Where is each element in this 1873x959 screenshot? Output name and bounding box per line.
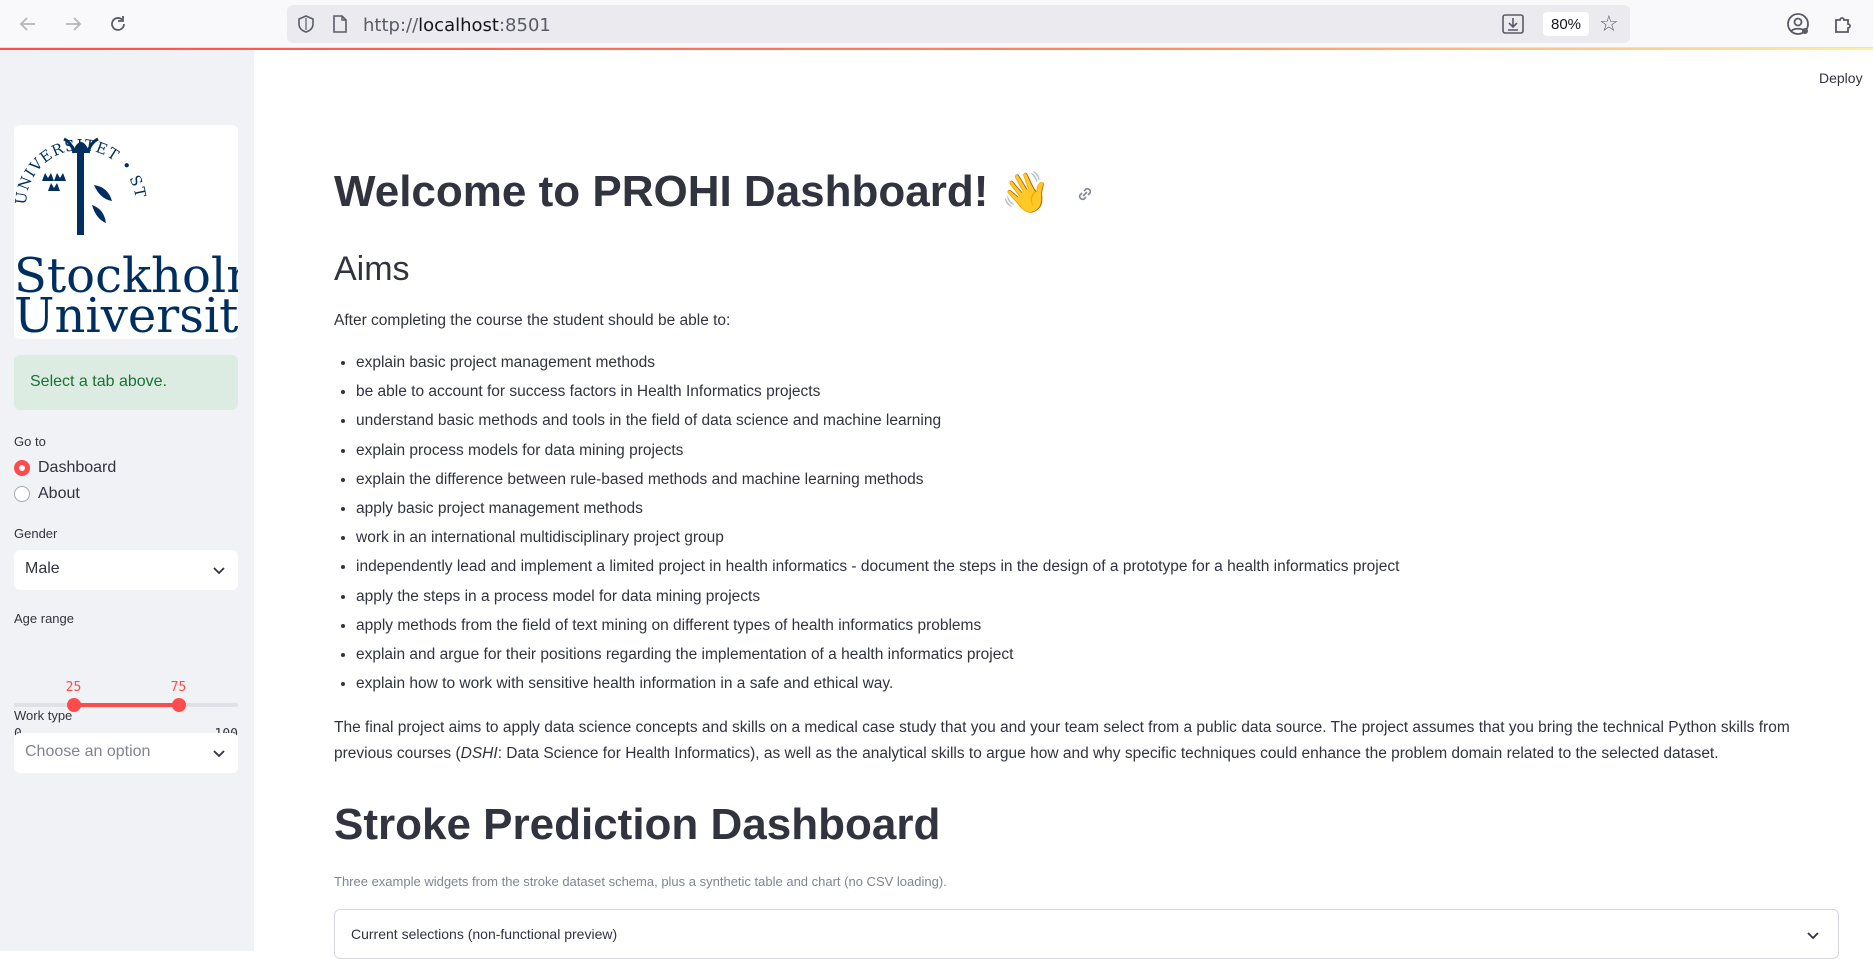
gender-value: Male — [25, 560, 60, 577]
sidebar: UNIVERSITET • STOCKHOLMS • Stockholm Uni… — [0, 50, 254, 951]
chevron-down-icon — [213, 750, 225, 758]
page-icon[interactable] — [332, 15, 348, 33]
project-description: The final project aims to apply data sci… — [334, 719, 1790, 762]
radio-selected-icon[interactable] — [14, 460, 30, 476]
waving-hand-emoji: 👋 — [1000, 171, 1051, 215]
list-item: explain and argue for their positions re… — [356, 644, 1399, 673]
list-item: apply the steps in a process model for d… — [356, 586, 1399, 615]
list-item: apply basic project management methods — [356, 498, 1399, 527]
chevron-down-icon — [1807, 932, 1819, 940]
work-type-label: Work type — [14, 708, 73, 723]
expander-label: Current selections (non-functional previ… — [351, 926, 618, 942]
age-range-label: Age range — [14, 611, 74, 626]
link-anchor-icon[interactable] — [1075, 184, 1095, 204]
back-arrow-icon[interactable] — [16, 12, 40, 36]
slider-fill — [73, 703, 179, 707]
slider-value-low: 25 — [65, 680, 82, 695]
aims-intro: After completing the course the student … — [334, 312, 731, 329]
stroke-dashboard-heading: Stroke Prediction Dashboard — [334, 800, 941, 849]
chevron-down-icon — [213, 567, 225, 575]
radio-dashboard[interactable]: Dashboard — [14, 459, 116, 477]
list-item: be able to account for success factors i… — [356, 381, 1399, 410]
browser-toolbar: http://localhost:8501 80% ☆ — [0, 0, 1873, 48]
download-icon[interactable] — [1502, 14, 1524, 34]
shield-icon[interactable] — [297, 15, 315, 33]
svg-text:University: University — [14, 288, 238, 339]
extensions-puzzle-icon[interactable] — [1832, 12, 1856, 36]
radio-about-label: About — [38, 485, 80, 502]
deploy-button[interactable]: Deploy — [1819, 70, 1863, 86]
stockholm-university-logo: UNIVERSITET • STOCKHOLMS • Stockholm Uni… — [14, 125, 238, 339]
address-bar[interactable]: http://localhost:8501 80% ☆ — [287, 5, 1630, 43]
list-item: independently lead and implement a limit… — [356, 556, 1399, 585]
list-item: explain process models for data mining p… — [356, 440, 1399, 469]
gender-label: Gender — [14, 526, 58, 541]
list-item: explain the difference between rule-base… — [356, 469, 1399, 498]
radio-dashboard-label: Dashboard — [38, 459, 117, 476]
list-item: understand basic methods and tools in th… — [356, 410, 1399, 439]
list-item: work in an international multidisciplina… — [356, 527, 1399, 556]
account-icon[interactable] — [1786, 12, 1810, 36]
list-item: apply methods from the field of text min… — [356, 615, 1399, 644]
dashboard-caption: Three example widgets from the stroke da… — [334, 874, 947, 889]
page-title-text: Welcome to PROHI Dashboard! — [334, 167, 989, 216]
zoom-level-button[interactable]: 80% — [1543, 12, 1589, 36]
slider-thumb-high[interactable] — [171, 698, 186, 712]
slider-value-high: 75 — [170, 680, 187, 695]
aims-heading: Aims — [334, 250, 410, 288]
work-type-placeholder: Choose an option — [25, 743, 151, 760]
aims-list: explain basic project management methods… — [356, 352, 1399, 702]
radio-unselected-icon[interactable] — [14, 486, 30, 502]
info-alert: Select a tab above. — [14, 355, 238, 410]
list-item: explain basic project management methods — [356, 352, 1399, 381]
gender-select[interactable]: Male — [14, 550, 238, 590]
url-text[interactable]: http://localhost:8501 — [363, 15, 551, 36]
current-selections-expander[interactable]: Current selections (non-functional previ… — [334, 909, 1839, 959]
radio-about[interactable]: About — [14, 485, 80, 503]
goto-label: Go to — [14, 434, 46, 449]
reload-icon[interactable] — [106, 12, 130, 36]
page-title: Welcome to PROHI Dashboard! 👋 — [334, 167, 1095, 217]
loading-progress-line — [0, 48, 1873, 50]
work-type-select[interactable]: Choose an option — [14, 733, 238, 773]
list-item: explain how to work with sensitive healt… — [356, 673, 1399, 702]
bookmark-star-icon[interactable]: ☆ — [1599, 13, 1621, 35]
forward-arrow-icon[interactable] — [61, 12, 85, 36]
